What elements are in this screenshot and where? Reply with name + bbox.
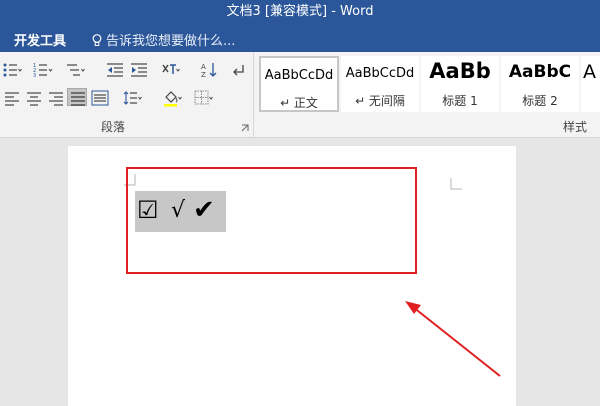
bullet-list-icon [3, 63, 22, 77]
style-title[interactable]: A [581, 56, 600, 112]
tell-me-text: 告诉我您想要做什么... [106, 34, 236, 49]
title-bar: 文档3 [兼容模式] - Word [0, 0, 600, 26]
style-heading-1[interactable]: AaBb 标题 1 [421, 56, 499, 112]
show-formatting-button[interactable] [228, 61, 248, 79]
svg-text:3: 3 [33, 73, 36, 79]
align-center-icon [27, 92, 41, 106]
style-sample: AaBbCcDd [345, 66, 415, 81]
paragraph-mark-icon [233, 65, 244, 76]
multilevel-list-icon [67, 64, 85, 76]
borders-icon [194, 90, 213, 105]
style-sample: AaBbC [508, 62, 572, 82]
margin-corner-marker-right [450, 178, 462, 190]
justify-button[interactable] [67, 88, 87, 106]
bullets-button[interactable] [2, 61, 22, 79]
style-sample: AaBb [429, 59, 491, 83]
distributed-button[interactable] [90, 89, 110, 107]
svg-text:Z: Z [201, 71, 206, 79]
styles-gallery: AaBbCcDd ↵ 正文 AaBbCcDd ↵ 无间隔 AaBb 标题 1 A… [255, 52, 600, 138]
align-center-button[interactable] [24, 89, 44, 107]
ribbon: 123 AZ 段落 AaBbCcDd ↵ 正文 AaBbCcDd ↵ 无间隔 A… [0, 52, 600, 138]
align-left-button[interactable] [2, 89, 22, 107]
tell-me-box[interactable]: 告诉我您想要做什么... [92, 30, 235, 49]
sort-button[interactable]: AZ [199, 61, 219, 79]
numbering-button[interactable]: 123 [33, 61, 53, 79]
chinese-layout-button[interactable] [160, 61, 180, 79]
align-right-icon [49, 92, 63, 106]
line-spacing-icon [123, 91, 142, 105]
style-no-spacing[interactable]: AaBbCcDd ↵ 无间隔 [341, 56, 419, 112]
style-normal[interactable]: AaBbCcDd ↵ 正文 [259, 56, 339, 112]
paragraph-group-label: 段落 [101, 120, 126, 134]
style-sample: AaBbCcDd [264, 68, 334, 83]
sort-icon: AZ [201, 63, 217, 79]
style-name: ↵ 无间隔 [355, 94, 405, 108]
align-left-icon [5, 92, 19, 106]
align-right-button[interactable] [46, 89, 66, 107]
style-name: ↵ 正文 [280, 96, 318, 110]
style-heading-2[interactable]: AaBbC 标题 2 [501, 56, 579, 112]
style-sample: A [583, 61, 596, 83]
shading-button[interactable] [162, 89, 182, 107]
style-name: 标题 1 [442, 94, 478, 108]
multilevel-list-button[interactable] [65, 61, 85, 79]
increase-indent-button[interactable] [129, 61, 149, 79]
paragraph-dialog-launcher-icon[interactable] [241, 124, 249, 132]
distributed-icon [91, 90, 109, 106]
decrease-indent-icon [107, 63, 123, 77]
line-spacing-button[interactable] [122, 89, 142, 107]
decrease-indent-button[interactable] [105, 61, 125, 79]
borders-button[interactable] [193, 89, 213, 107]
paint-bucket-icon [164, 91, 182, 107]
tab-developer[interactable]: 开发工具 [14, 30, 66, 49]
style-name: 标题 2 [522, 94, 558, 108]
lightbulb-icon [92, 34, 102, 46]
increase-indent-icon [131, 63, 147, 77]
window-title: 文档3 [兼容模式] - Word [226, 4, 374, 19]
highlight-annotation-box [126, 167, 417, 274]
chinese-layout-icon [162, 64, 180, 74]
numbered-list-icon: 123 [33, 63, 53, 79]
justify-icon [71, 92, 85, 106]
svg-text:A: A [201, 63, 206, 71]
styles-group-label: 样式 [563, 120, 588, 134]
paragraph-group: 123 AZ 段落 [0, 52, 254, 138]
menu-bar: 开发工具 告诉我您想要做什么... [0, 26, 600, 52]
